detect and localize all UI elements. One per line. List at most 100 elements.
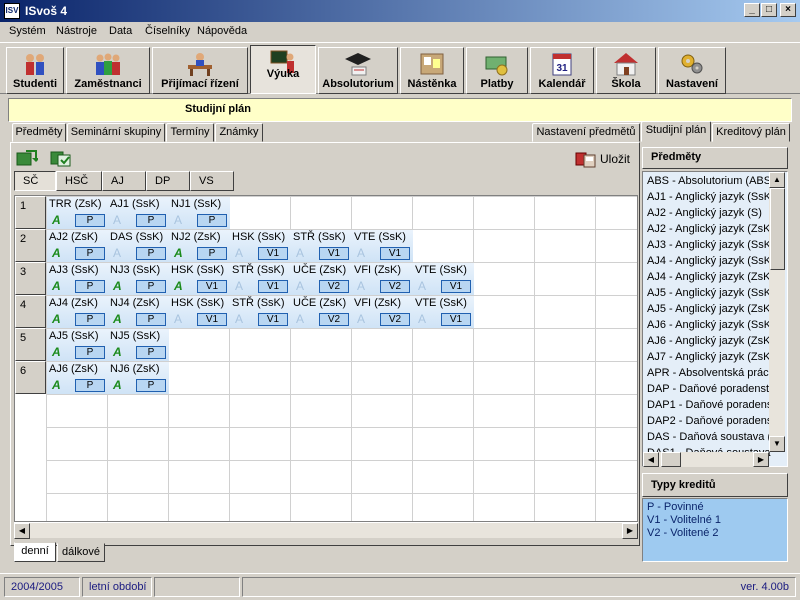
approved-check-icon[interactable]: A [174,312,182,326]
subject-cell[interactable]: AJ2 (ZsK) A P [47,230,108,262]
subject-cell[interactable]: AJ5 (SsK) A P [47,329,108,361]
subject-list-item[interactable]: AJ6 - Anglický jazyk (ZsK) [647,335,774,347]
credit-type-badge[interactable]: V1 [197,313,227,326]
semester-row-header[interactable]: 3 [15,262,46,295]
subject-cell[interactable]: UČE (ZsK) A V2 [291,296,352,328]
subject-list-item[interactable]: AJ4 - Anglický jazyk (SsK) [647,255,775,267]
subject-cell[interactable]: NJ2 (ZsK) A P [169,230,230,262]
year-tab-sc[interactable]: SČ [14,171,56,191]
credit-type-badge[interactable]: P [136,313,166,326]
credit-type-badge[interactable]: P [75,247,105,260]
approved-check-icon[interactable]: A [235,279,243,293]
approved-check-icon[interactable]: A [52,246,61,260]
subject-list-item[interactable]: AJ2 - Anglický jazyk (ZsK) [647,223,774,235]
credit-type-badge[interactable]: P [136,379,166,392]
scroll-down-icon[interactable]: ▼ [769,436,785,452]
subject-cell[interactable]: VTE (SsK) A V1 [413,296,474,328]
close-button[interactable]: × [780,3,796,17]
approved-check-icon[interactable]: A [52,312,61,326]
scroll-up-icon[interactable]: ▲ [769,172,785,188]
subject-cell[interactable]: UČE (ZsK) A V2 [291,263,352,295]
subject-list-item[interactable]: AJ5 - Anglický jazyk (ZsK) [647,303,774,315]
subject-list-item[interactable]: DAP - Daňové poradenství [647,383,778,395]
semester-row-header[interactable]: 2 [15,229,46,262]
subject-list-item[interactable]: AJ1 - Anglický jazyk (SsK) [647,191,775,203]
toolbar-teaching[interactable]: Výuka [250,45,316,94]
subject-cell[interactable]: HSK (SsK) A V1 [230,230,291,262]
horizontal-scrollbar[interactable]: ◀ ▶ [14,522,638,539]
credit-type-item[interactable]: V1 - Volitelné 1 [647,514,721,526]
subject-cell[interactable]: NJ5 (SsK) A P [108,329,169,361]
scroll-right-icon[interactable]: ▶ [622,523,638,539]
approved-check-icon[interactable]: A [52,213,61,227]
toolbar-noticeboard[interactable]: Nástěnka [400,47,464,94]
tab-subjects[interactable]: Předměty [12,123,66,142]
subject-cell[interactable]: NJ3 (SsK) A P [108,263,169,295]
subject-cell[interactable]: VFI (ZsK) A V2 [352,263,413,295]
tab-grades[interactable]: Známky [215,123,263,142]
subject-cell[interactable]: AJ6 (ZsK) A P [47,362,108,394]
credit-type-item[interactable]: V2 - Volitené 2 [647,527,719,539]
subject-list-item[interactable]: AJ2 - Anglický jazyk (S) [647,207,762,219]
menu-help[interactable]: Nápověda [197,25,247,37]
menu-data[interactable]: Data [109,25,132,37]
toolbar-calendar[interactable]: 31 Kalendář [530,47,594,94]
credit-type-badge[interactable]: P [75,313,105,326]
subject-cell[interactable]: AJ3 (SsK) A P [47,263,108,295]
year-tab-hsc[interactable]: HSČ [56,171,102,191]
credit-type-badge[interactable]: P [75,280,105,293]
subject-cell[interactable]: HSK (SsK) A V1 [169,263,230,295]
approved-check-icon[interactable]: A [174,213,182,227]
semester-row-header[interactable]: 1 [15,196,46,229]
credit-type-badge[interactable]: P [136,214,166,227]
approved-check-icon[interactable]: A [52,378,61,392]
approved-check-icon[interactable]: A [357,312,365,326]
approved-check-icon[interactable]: A [357,279,365,293]
subject-cell[interactable]: VFI (ZsK) A V2 [352,296,413,328]
subject-cell[interactable]: HSK (SsK) A V1 [169,296,230,328]
credit-type-item[interactable]: P - Povinné [647,501,704,513]
tab-terms[interactable]: Termíny [166,123,214,142]
subject-cell[interactable]: DAS (SsK) A P [108,230,169,262]
subject-list-item[interactable]: AJ7 - Anglický jazyk (ZsK) [647,351,774,363]
credit-type-badge[interactable]: P [136,280,166,293]
toolbar-school[interactable]: Škola [596,47,656,94]
tab-daily[interactable]: denní [14,542,56,562]
approved-check-icon[interactable]: A [174,279,183,293]
minimize-button[interactable]: _ [744,3,760,17]
subject-list-item[interactable]: AJ5 - Anglický jazyk (SsK) [647,287,775,299]
credit-type-badge[interactable]: P [197,214,227,227]
subject-cell[interactable]: TRR (ZsK) A P [47,197,108,229]
credit-type-badge[interactable]: P [75,214,105,227]
approved-check-icon[interactable]: A [296,312,304,326]
credit-type-badge[interactable]: V1 [258,247,288,260]
subject-list-item[interactable]: APR - Absolventská práce [647,367,775,379]
subject-list-item[interactable]: AJ3 - Anglický jazyk (SsK) [647,239,775,251]
subject-cell[interactable]: VTE (SsK) A V1 [413,263,474,295]
subject-cell[interactable]: STŘ (SsK) A V1 [230,296,291,328]
approved-check-icon[interactable]: A [418,312,426,326]
credit-type-badge[interactable]: V2 [319,280,349,293]
approved-check-icon[interactable]: A [296,246,304,260]
subject-list-item[interactable]: DAP2 - Daňové poradenství [647,415,784,427]
toolbar-employees[interactable]: Zaměstnanci [66,47,150,94]
tab-subject-settings[interactable]: Nastavení předmětů [532,123,640,142]
subject-list-item[interactable]: DAS - Daňová soustava ( [647,431,771,443]
tab-seminar-groups[interactable]: Seminární skupiny [67,123,165,142]
year-tab-vs[interactable]: VS [190,171,234,191]
credit-types-list[interactable]: P - Povinné V1 - Volitelné 1 V2 - Volite… [642,498,788,562]
credit-type-badge[interactable]: V1 [380,247,410,260]
maximize-button[interactable]: □ [761,3,777,17]
year-tab-aj[interactable]: AJ [102,171,146,191]
semester-row-header[interactable]: 5 [15,328,46,361]
approved-check-icon[interactable]: A [113,312,122,326]
approved-check-icon[interactable]: A [113,378,122,392]
copy-row-icon[interactable] [50,149,72,167]
menu-tools[interactable]: Nástroje [56,25,97,37]
tab-credit-plan[interactable]: Kreditový plán [712,123,790,142]
credit-type-badge[interactable]: P [136,247,166,260]
approved-check-icon[interactable]: A [52,279,61,293]
credit-type-badge[interactable]: V2 [319,313,349,326]
credit-type-badge[interactable]: P [136,346,166,359]
subject-list-item[interactable]: DAP1 - Daňové poradenství [647,399,784,411]
